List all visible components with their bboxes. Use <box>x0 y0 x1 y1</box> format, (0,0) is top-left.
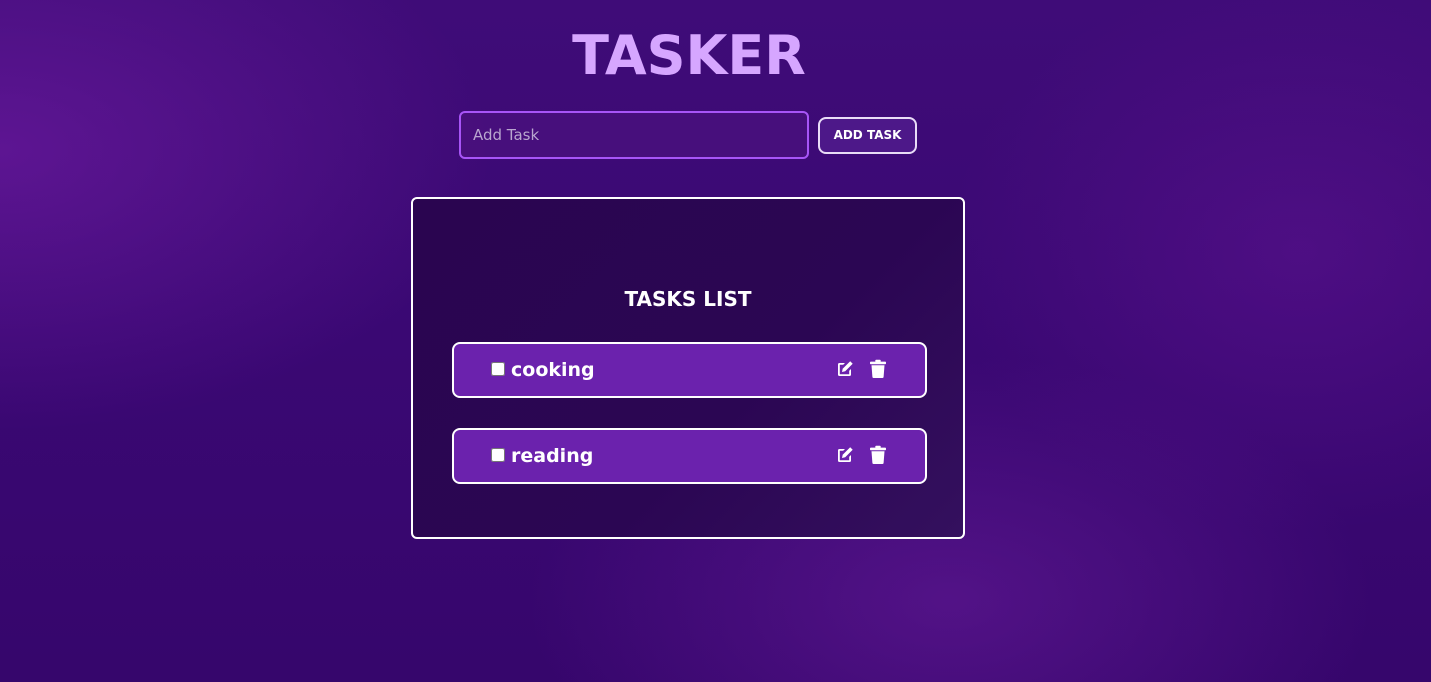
edit-icon[interactable] <box>834 358 856 380</box>
trash-icon[interactable] <box>867 358 889 380</box>
tasks-list-panel: TASKS LIST cooking reading <box>411 197 965 539</box>
task-label: reading <box>511 445 594 467</box>
task-actions <box>834 358 889 380</box>
add-task-button[interactable]: ADD TASK <box>818 116 917 154</box>
task-label: cooking <box>511 359 595 381</box>
edit-icon[interactable] <box>834 444 856 466</box>
task-checkbox[interactable] <box>491 362 505 376</box>
add-task-input[interactable] <box>459 111 809 159</box>
app-title: TASKER <box>572 24 806 87</box>
trash-icon[interactable] <box>867 444 889 466</box>
task-item: cooking <box>452 342 927 398</box>
task-actions <box>834 444 889 466</box>
task-item: reading <box>452 428 927 484</box>
add-task-bar: ADD TASK <box>459 111 917 159</box>
task-checkbox[interactable] <box>491 448 505 462</box>
tasks-list-title: TASKS LIST <box>624 287 752 311</box>
